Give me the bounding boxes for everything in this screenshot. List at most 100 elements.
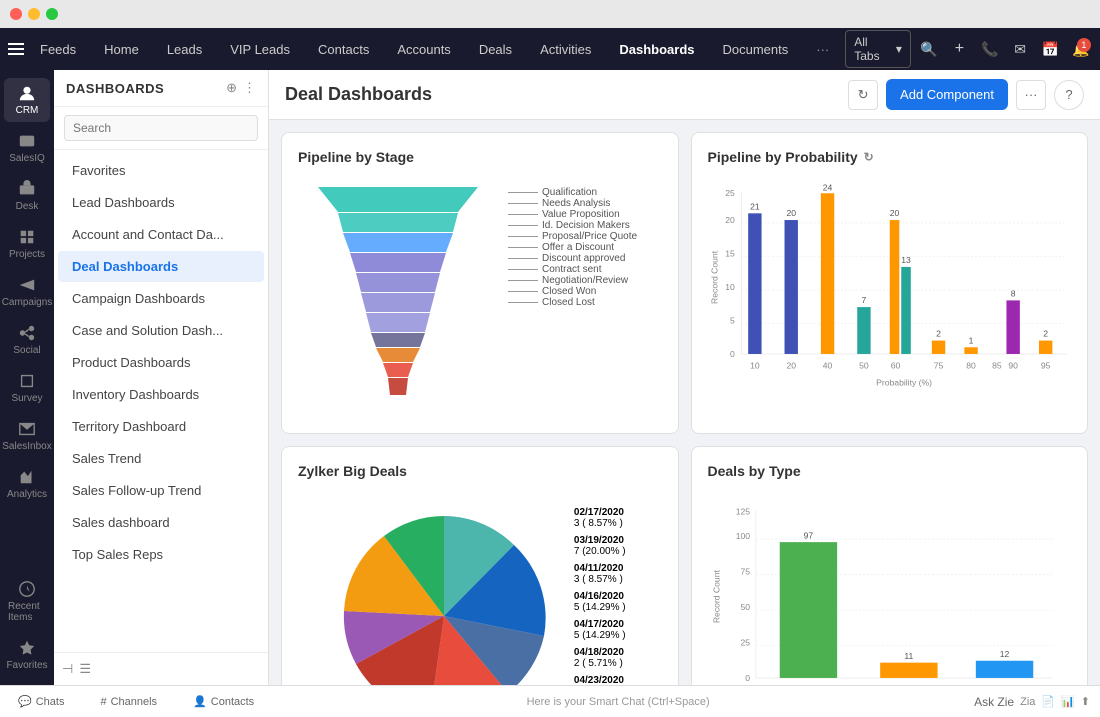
svg-text:80: 80 (966, 360, 976, 370)
pie-chart-container: 02/17/20203 ( 8.57% ) 03/19/20207 (20.00… (298, 491, 662, 685)
svg-text:40: 40 (822, 360, 832, 370)
more-options-icon[interactable]: ··· (1016, 80, 1046, 110)
sidebar-icon-campaigns[interactable]: Campaigns (4, 270, 50, 314)
add-dashboard-icon[interactable]: ⊕ (226, 80, 237, 96)
search-input[interactable] (64, 115, 258, 141)
deals-by-type-title: Deals by Type (708, 463, 1072, 479)
sidebar-list-icon[interactable]: ☰ (79, 661, 91, 677)
sidebar-icon-analytics[interactable]: Analytics (4, 462, 50, 506)
nav-tab-feeds[interactable]: Feeds (26, 34, 90, 65)
sidebar-item-sales-followup[interactable]: Sales Follow-up Trend (58, 475, 264, 506)
bottom-icon-4[interactable]: ⬆ (1081, 695, 1090, 708)
svg-text:Existing Business: Existing Business (875, 684, 942, 685)
sidebar-icon-recent[interactable]: Recent Items (4, 574, 50, 629)
sidebar-item-case[interactable]: Case and Solution Dash... (58, 315, 264, 346)
sidebar-item-sales-trend[interactable]: Sales Trend (58, 443, 264, 474)
pipeline-by-stage-title: Pipeline by Stage (298, 149, 662, 165)
sidebar-item-lead[interactable]: Lead Dashboards (58, 187, 264, 218)
help-icon[interactable]: ? (1054, 80, 1084, 110)
bottom-tab-channels[interactable]: # Channels (92, 692, 165, 712)
funnel-label-value: Value Proposition (508, 209, 662, 220)
bottom-tab-chats[interactable]: 💬 Chats (10, 691, 72, 712)
all-tabs-button[interactable]: All Tabs ▾ (845, 30, 911, 68)
notification-badge: 1 (1077, 38, 1091, 52)
sidebar-item-deal[interactable]: Deal Dashboards (58, 251, 264, 282)
calendar-icon[interactable]: 📅 (1038, 36, 1062, 62)
title-bar (0, 0, 1100, 28)
nav-tab-deals[interactable]: Deals (465, 34, 526, 65)
smart-chat-area[interactable]: Here is your Smart Chat (Ctrl+Space) (282, 696, 954, 708)
sidebar-collapse-icon[interactable]: ⋮ (243, 80, 256, 96)
contacts-icon: 👤 (193, 695, 207, 708)
sidebar-icon-favorites[interactable]: Favorites (4, 633, 50, 677)
refresh-icon[interactable]: ↻ (848, 80, 878, 110)
svg-text:Probability (%): Probability (%) (876, 378, 932, 388)
deals-type-svg: 0 25 50 75 100 125 Record Count (708, 491, 1072, 685)
sidebar-icon-salesinbox[interactable]: SalesInbox (4, 414, 50, 458)
notification-icon[interactable]: 🔔 1 (1069, 36, 1093, 62)
sidebar-icon-crm[interactable]: CRM (4, 78, 50, 122)
mail-icon[interactable]: ✉ (1008, 36, 1032, 62)
deals-type-wrapper: 0 25 50 75 100 125 Record Count (708, 491, 1072, 685)
svg-text:125: 125 (735, 506, 750, 516)
add-icon[interactable]: + (947, 36, 971, 62)
pie-label-0217: 02/17/20203 ( 8.57% ) (574, 507, 626, 529)
sidebar-icon-social[interactable]: Social (4, 318, 50, 362)
bottom-icon-1[interactable]: Zia (1020, 696, 1035, 708)
dashboard-grid: Pipeline by Stage (269, 120, 1100, 685)
sidebar-icon-projects[interactable]: Projects (4, 222, 50, 266)
sidebar-item-sales-dashboard[interactable]: Sales dashboard (58, 507, 264, 538)
nav-tabs: Feeds Home Leads VIP Leads Contacts Acco… (26, 34, 843, 65)
svg-text:20: 20 (725, 215, 735, 225)
sidebar-icon-desk[interactable]: Desk (4, 174, 50, 218)
sidebar-icon-survey[interactable]: Survey (4, 366, 50, 410)
bottom-icon-3[interactable]: 📊 (1061, 695, 1075, 708)
zylker-big-deals-card: Zylker Big Deals (281, 446, 679, 685)
maximize-btn[interactable] (46, 8, 58, 20)
nav-right: All Tabs ▾ 🔍 + 📞 ✉ 📅 🔔 1 ⚙ U (845, 30, 1100, 68)
svg-text:2: 2 (936, 329, 941, 339)
bottom-tab-contacts[interactable]: 👤 Contacts (185, 691, 262, 712)
svg-text:21: 21 (750, 202, 760, 212)
funnel-label-discount-approved: Discount approved (508, 253, 662, 264)
probability-chart-svg: 0 5 10 15 20 25 Record Count (708, 177, 1072, 397)
nav-tab-accounts[interactable]: Accounts (383, 34, 464, 65)
nav-tab-dashboards[interactable]: Dashboards (605, 34, 708, 65)
menu-icon[interactable] (8, 35, 24, 63)
sidebar-item-account[interactable]: Account and Contact Da... (58, 219, 264, 250)
pie-label-0423: 04/23/20205 (14.29% ) (574, 675, 626, 685)
nav-tab-activities[interactable]: Activities (526, 34, 605, 65)
nav-tab-contacts[interactable]: Contacts (304, 34, 383, 65)
svg-text:12: 12 (999, 649, 1009, 659)
pie-label-0416: 04/16/20205 (14.29% ) (574, 591, 626, 613)
funnel-label-qualification: Qualification (508, 187, 662, 198)
sidebar-item-territory[interactable]: Territory Dashboard (58, 411, 264, 442)
nav-tab-vipleads[interactable]: VIP Leads (216, 34, 304, 65)
pipeline-by-stage-card: Pipeline by Stage (281, 132, 679, 434)
sidebar-header: DASHBOARDS ⊕ ⋮ (54, 70, 268, 107)
bottom-bar: 💬 Chats # Channels 👤 Contacts Here is yo… (0, 685, 1100, 717)
minimize-btn[interactable] (28, 8, 40, 20)
phone-icon[interactable]: 📞 (978, 36, 1002, 62)
sidebar-item-top-sales[interactable]: Top Sales Reps (58, 539, 264, 570)
add-component-button[interactable]: Add Component (886, 79, 1008, 110)
svg-text:5: 5 (730, 315, 735, 325)
sidebar-item-inventory[interactable]: Inventory Dashboards (58, 379, 264, 410)
bottom-icon-2[interactable]: 📄 (1041, 695, 1055, 708)
sidebar-icon-salesiq[interactable]: SalesIQ (4, 126, 50, 170)
search-icon[interactable]: 🔍 (917, 36, 941, 62)
nav-tab-home[interactable]: Home (90, 34, 153, 65)
sidebar-item-product[interactable]: Product Dashboards (58, 347, 264, 378)
svg-text:15: 15 (725, 248, 735, 258)
nav-tab-documents[interactable]: Documents (709, 34, 803, 65)
sidebar-item-favorites[interactable]: Favorites (58, 155, 264, 186)
sidebar-expand-icon[interactable]: ⊣ (62, 661, 73, 677)
nav-tab-more[interactable]: ··· (802, 34, 843, 65)
refresh-prob-icon[interactable]: ↻ (864, 150, 874, 164)
close-btn[interactable] (10, 8, 22, 20)
sidebar-item-campaign[interactable]: Campaign Dashboards (58, 283, 264, 314)
zylker-title: Zylker Big Deals (298, 463, 662, 479)
ask-zie-label[interactable]: Ask Zie (974, 695, 1014, 709)
nav-tab-leads[interactable]: Leads (153, 34, 216, 65)
svg-text:0: 0 (745, 673, 750, 683)
